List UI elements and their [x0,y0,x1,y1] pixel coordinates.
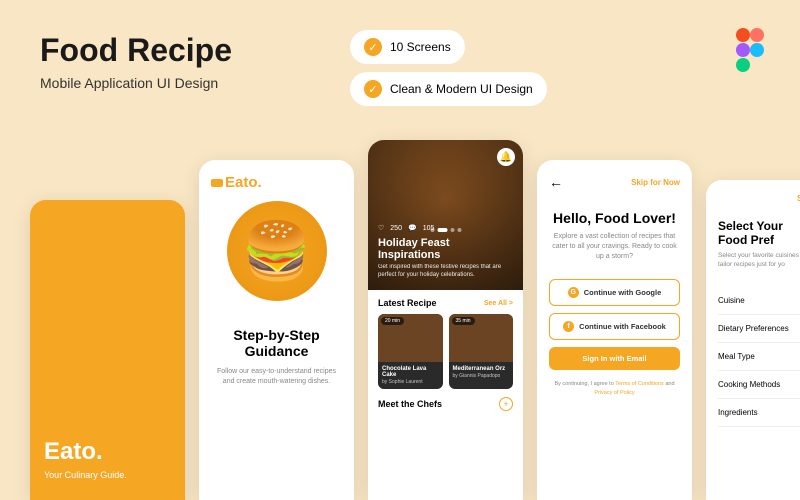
facebook-button[interactable]: f Continue with Facebook [549,313,680,340]
pref-title: Select Your Food Pref [718,219,800,247]
signin-desc: Explore a vast collection of recipes tha… [549,232,680,261]
screen-home: 🔔 ♡250 💬105 Holiday Feast Inspirations G… [368,140,523,500]
burger-image [227,201,327,301]
pref-item-dietary[interactable]: Dietary Preferences [718,315,800,343]
bell-icon[interactable]: 🔔 [497,148,515,166]
onboarding-title: Step-by-Step Guidance [211,327,342,359]
badge-design: ✓ Clean & Modern UI Design [350,72,547,106]
figma-icon [736,28,766,72]
hero-desc: Get inspired with these festive recipes … [378,264,513,280]
recipe-card[interactable]: 20 min Chocolate Lava Cake by Sophie Lau… [378,314,443,389]
terms-link[interactable]: Terms of Conditions [615,381,664,387]
screen-splash: Eato. Your Culinary Guide. [30,200,185,500]
carousel-dots [430,228,461,232]
screen-signin: ← Skip for Now Hello, Food Lover! Explor… [537,160,692,500]
pref-item-meal[interactable]: Meal Type [718,343,800,371]
signin-title: Hello, Food Lover! [549,210,680,226]
screen-preferences: Ski Select Your Food Pref Select your fa… [706,180,800,500]
see-all-link[interactable]: See All > [484,300,513,307]
feature-badges: ✓ 10 Screens ✓ Clean & Modern UI Design [350,30,547,106]
time-badge: 35 min [452,317,475,325]
time-badge: 20 min [381,317,404,325]
check-icon: ✓ [364,80,382,98]
hero-title: Holiday Feast Inspirations [378,237,513,261]
onboarding-desc: Follow our easy-to-understand recipes an… [211,367,342,387]
add-icon[interactable]: + [499,397,513,411]
terms-text: By continuing, I agree to Terms of Condi… [549,380,680,397]
google-button[interactable]: G Continue with Google [549,279,680,306]
skip-link[interactable]: Skip for Now [631,178,680,187]
badge-screens: ✓ 10 Screens [350,30,465,64]
comment-icon: 💬 [408,224,417,232]
chefs-section: Meet the Chefs + [368,397,523,411]
google-icon: G [568,287,579,298]
phone-screens: Eato. Your Culinary Guide. Eato. Step-by… [30,140,800,500]
badge-label: 10 Screens [390,40,451,54]
hero-banner[interactable]: 🔔 ♡250 💬105 Holiday Feast Inspirations G… [368,140,523,290]
email-button[interactable]: Sign In with Email [549,347,680,370]
back-icon[interactable]: ← [549,174,563,190]
app-logo: Eato. [211,174,342,191]
skip-link[interactable]: Ski [718,194,800,203]
pref-desc: Select your favorite cuisines an tailor … [718,251,800,269]
app-logo: Eato. [44,438,171,466]
badge-label: Clean & Modern UI Design [390,82,533,96]
facebook-icon: f [563,321,574,332]
check-icon: ✓ [364,38,382,56]
latest-section: Latest Recipe See All > 20 min Chocolate… [368,290,523,397]
recipe-card[interactable]: 35 min Mediterranean Orz by Giannis Papa… [449,314,514,389]
privacy-link[interactable]: Privacy of Policy [594,390,634,396]
pref-item-cuisine[interactable]: Cuisine [718,287,800,315]
pref-item-cooking[interactable]: Cooking Methods [718,371,800,399]
heart-icon: ♡ [378,224,384,232]
app-tagline: Your Culinary Guide. [44,470,171,480]
pref-item-ingredients[interactable]: Ingredients [718,399,800,427]
section-title: Latest Recipe [378,298,437,308]
screen-onboarding: Eato. Step-by-Step Guidance Follow our e… [199,160,354,500]
